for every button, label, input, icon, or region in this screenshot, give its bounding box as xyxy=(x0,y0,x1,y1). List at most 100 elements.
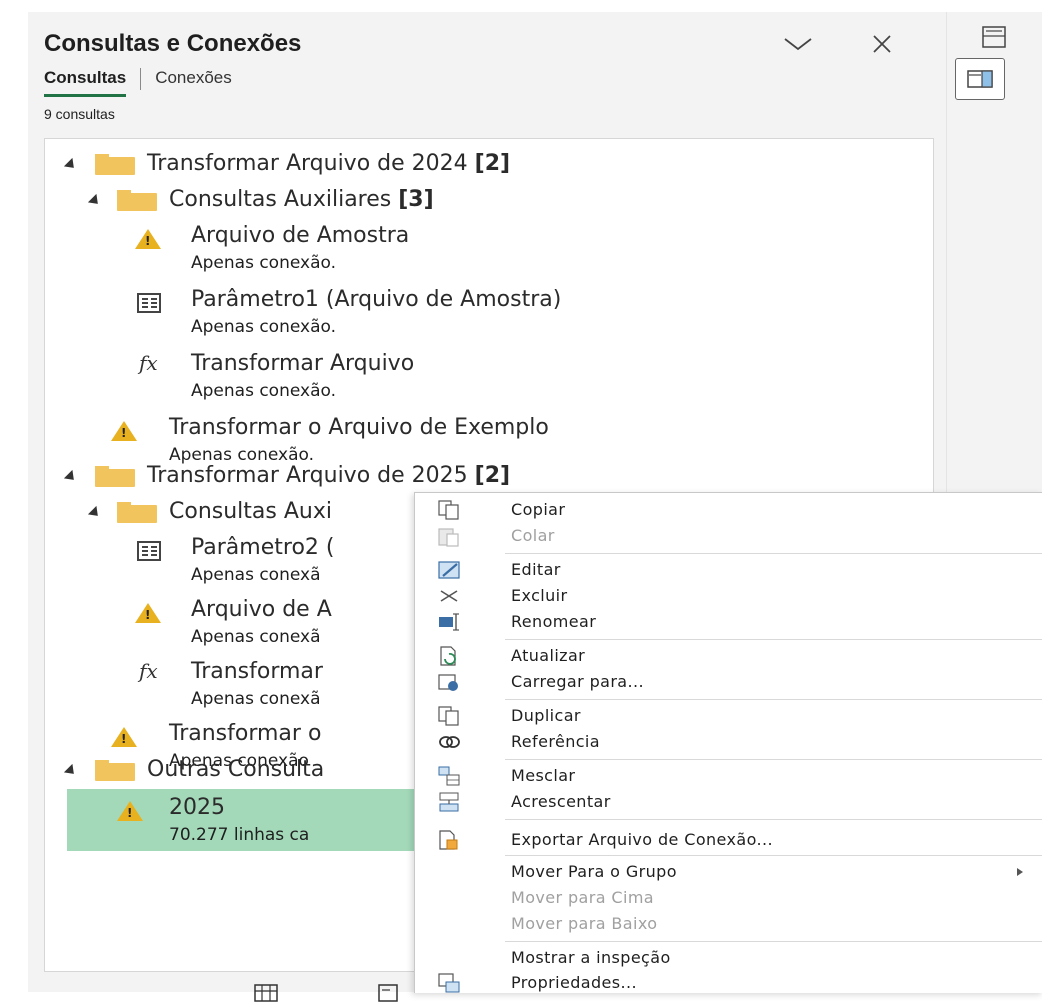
query-status: Apenas conexã xyxy=(191,689,321,709)
table-view-icon[interactable] xyxy=(254,984,278,1002)
menu-item-duplicar[interactable]: Duplicar xyxy=(415,703,1042,729)
query-name: Parâmetro1 (Arquivo de Amostra) xyxy=(191,287,562,312)
folder-icon xyxy=(95,154,135,175)
group-name: Consultas Auxiliares xyxy=(169,187,392,212)
menu-item-propriedades[interactable]: Propriedades... xyxy=(415,970,1042,996)
query-name: Transformar o Arquivo de Exemplo xyxy=(169,415,549,440)
folder-icon xyxy=(117,502,157,523)
query-name: 2025 xyxy=(169,795,225,820)
function-icon: fx xyxy=(139,351,158,375)
copy-icon xyxy=(438,500,459,520)
group-name: Transformar Arquivo de 2024 xyxy=(147,151,468,176)
close-icon xyxy=(873,35,891,53)
menu-item-renomear[interactable]: Renomear xyxy=(415,609,1042,635)
collapse-pane-button[interactable] xyxy=(778,26,818,62)
folder-icon xyxy=(95,466,135,487)
menu-item-mesclar[interactable]: Mesclar xyxy=(415,763,1042,789)
menu-separator xyxy=(505,553,1042,554)
menu-separator xyxy=(505,639,1042,640)
menu-item-acrescentar[interactable]: Acrescentar xyxy=(415,789,1042,815)
merge-icon xyxy=(438,766,460,786)
expand-triangle-icon[interactable] xyxy=(63,469,79,485)
delete-icon xyxy=(440,590,458,602)
close-pane-button[interactable] xyxy=(862,26,902,62)
menu-separator xyxy=(505,855,1042,856)
parameter-icon xyxy=(137,541,161,561)
properties-icon xyxy=(438,973,460,993)
menu-item-editar[interactable]: Editar xyxy=(415,557,1042,583)
folder-icon xyxy=(95,760,135,781)
pane-title: Consultas e Conexões xyxy=(44,30,302,57)
load-to-icon xyxy=(438,674,458,691)
group-name: Consultas Auxi xyxy=(169,499,332,524)
menu-separator xyxy=(505,699,1042,700)
menu-item-mostrar-inspecao[interactable]: Mostrar a inspeção xyxy=(415,945,1042,971)
group-count-badge: [2] xyxy=(474,463,511,488)
query-status: Apenas conexã xyxy=(191,627,321,647)
tree-group-2025[interactable]: Transformar Arquivo de 2025 [2] xyxy=(45,461,933,493)
reference-icon xyxy=(439,736,460,748)
menu-item-copiar[interactable]: Copiar xyxy=(415,497,1042,523)
folder-icon xyxy=(117,190,157,211)
menu-separator xyxy=(505,819,1042,820)
append-icon xyxy=(439,792,459,812)
query-name: Arquivo de Amostra xyxy=(191,223,410,248)
menu-item-carregar-para[interactable]: Carregar para... xyxy=(415,669,1042,695)
tab-consultas[interactable]: Consultas xyxy=(44,68,127,97)
rename-icon xyxy=(439,613,459,631)
warning-icon xyxy=(135,229,161,249)
warning-icon xyxy=(135,603,161,623)
edit-icon xyxy=(438,561,460,579)
group-count-badge: [3] xyxy=(398,187,434,212)
menu-separator xyxy=(505,941,1042,942)
chevron-down-icon xyxy=(784,38,812,51)
function-icon: fx xyxy=(139,659,158,683)
refresh-icon xyxy=(440,646,456,666)
properties-panel-icon[interactable] xyxy=(981,26,1007,48)
warning-icon xyxy=(117,801,143,821)
query-item-parametro1[interactable]: Parâmetro1 (Arquivo de Amostra) Apenas c… xyxy=(45,285,933,345)
query-name: Transformar o xyxy=(169,721,322,746)
menu-item-atualizar[interactable]: Atualizar xyxy=(415,643,1042,669)
tree-group-auxiliares-2024[interactable]: Consultas Auxiliares [3] xyxy=(45,185,933,217)
tab-conexoes[interactable]: Conexões xyxy=(155,68,232,94)
menu-item-excluir[interactable]: Excluir xyxy=(415,583,1042,609)
query-status: Apenas conexão. xyxy=(191,317,336,337)
expand-triangle-icon[interactable] xyxy=(87,193,103,209)
context-menu: Copiar Colar Editar Excluir Renomear Atu… xyxy=(414,492,1042,993)
query-status: Apenas conexão. xyxy=(191,253,336,273)
menu-item-mover-baixo[interactable]: Mover para Baixo xyxy=(415,911,1042,937)
menu-item-colar[interactable]: Colar xyxy=(415,523,1042,549)
group-name: Outras Consulta xyxy=(147,757,325,782)
tree-group-2024[interactable]: Transformar Arquivo de 2024 [2] xyxy=(45,149,933,181)
query-item-transformar-arquivo[interactable]: fx Transformar Arquivo Apenas conexão. xyxy=(45,349,933,409)
paste-icon xyxy=(438,528,459,547)
page-view-icon[interactable] xyxy=(376,984,400,1002)
tab-divider xyxy=(140,68,142,90)
pane-tabs: Consultas Conexões xyxy=(44,68,232,102)
menu-item-mover-para-grupo[interactable]: Mover Para o Grupo xyxy=(415,859,1042,885)
group-name: Transformar Arquivo de 2025 xyxy=(147,463,468,488)
expand-triangle-icon[interactable] xyxy=(63,763,79,779)
query-count: 9 consultas xyxy=(44,106,115,122)
warning-icon xyxy=(111,421,137,441)
query-name: Transformar Arquivo xyxy=(191,351,415,376)
query-status: Apenas conexã xyxy=(191,565,321,585)
group-count-badge: [2] xyxy=(474,151,511,176)
warning-icon xyxy=(111,727,137,747)
duplicate-icon xyxy=(438,706,459,726)
queries-pane-icon xyxy=(967,70,993,88)
menu-item-exportar-conexao[interactable]: Exportar Arquivo de Conexão... xyxy=(415,827,1042,853)
menu-item-referencia[interactable]: Referência xyxy=(415,729,1042,755)
submenu-arrow-icon xyxy=(1017,868,1023,876)
queries-pane-toggle-button[interactable] xyxy=(955,58,1005,100)
query-name: Arquivo de A xyxy=(191,597,332,622)
expand-triangle-icon[interactable] xyxy=(87,505,103,521)
query-name: Parâmetro2 ( xyxy=(191,535,335,560)
export-icon xyxy=(439,830,458,850)
query-item-arquivo-de-amostra[interactable]: Arquivo de Amostra Apenas conexão. xyxy=(45,221,933,281)
expand-triangle-icon[interactable] xyxy=(63,157,79,173)
menu-item-mover-cima[interactable]: Mover para Cima xyxy=(415,885,1042,911)
query-status: Apenas conexão. xyxy=(191,381,336,401)
query-status: 70.277 linhas ca xyxy=(169,825,310,845)
